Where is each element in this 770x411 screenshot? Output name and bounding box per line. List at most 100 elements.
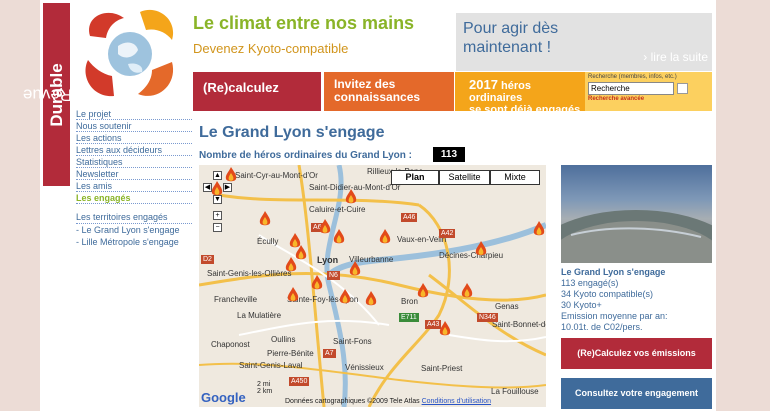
engaged-marker-icon[interactable] xyxy=(287,287,299,303)
nav-recalculate[interactable]: (Re)calculez xyxy=(193,72,321,111)
engaged-marker-icon[interactable] xyxy=(259,211,271,227)
nav-invite-label: Invitez des connaissances xyxy=(334,77,421,104)
engaged-marker-icon[interactable] xyxy=(339,289,351,305)
engaged-marker-icon[interactable] xyxy=(285,257,297,273)
map-copyright: Données cartographiques ©2009 Tele Atlas xyxy=(285,398,420,405)
engaged-marker-icon[interactable] xyxy=(311,275,323,291)
sidebar-item-amis[interactable]: Les amis xyxy=(76,180,192,192)
engaged-marker-icon[interactable] xyxy=(365,291,377,307)
map-type-plan[interactable]: Plan xyxy=(391,170,439,185)
promo-box[interactable]: Pour agir dès maintenant ! › lire la sui… xyxy=(456,13,712,71)
zoom-in-icon[interactable]: + xyxy=(213,211,222,220)
sidebar-territories-title[interactable]: Les territoires engagés xyxy=(76,212,192,224)
sidebar-nav: Le projet Nous soutenir Les actions Lett… xyxy=(76,108,192,248)
emission-label: Emission moyenne par an: xyxy=(561,311,668,321)
hands-globe-emblem[interactable] xyxy=(80,6,180,102)
engaged-marker-icon[interactable] xyxy=(533,221,545,237)
heroes-text2: se sont déjà engagés xyxy=(469,104,581,116)
sidebar-item-newsletter[interactable]: Newsletter xyxy=(76,168,192,180)
engaged-marker-icon[interactable] xyxy=(461,283,473,299)
page-title: Le Grand Lyon s'engage xyxy=(199,124,385,141)
engaged-marker-icon[interactable] xyxy=(319,219,331,235)
engaged-marker-icon[interactable] xyxy=(225,167,237,183)
search-label: Recherche (membres, infos, etc.) xyxy=(588,74,677,80)
kyoto-compatible-count: 34 Kyoto compatible(s) xyxy=(561,289,654,299)
map-view[interactable]: Saint-Cyr-au-Mont-d'Or Saint-Didier-au-M… xyxy=(199,165,546,407)
sidebar-item-statistiques[interactable]: Statistiques xyxy=(76,156,192,168)
zoom-out-icon[interactable]: − xyxy=(213,223,222,232)
map-place-label: Saint-Fons xyxy=(333,337,372,346)
map-place-label: Bron xyxy=(401,297,418,306)
engaged-marker-icon[interactable] xyxy=(439,321,451,337)
road-sign: D2 xyxy=(201,255,214,264)
search-input[interactable] xyxy=(588,82,674,95)
road-sign: A7 xyxy=(323,349,336,358)
sidebar-item-soutenir[interactable]: Nous soutenir xyxy=(76,120,192,132)
pan-right-icon[interactable]: ▶ xyxy=(223,183,232,192)
terms-link[interactable]: Conditions d'utilisation xyxy=(422,398,491,405)
sidebar-item-lettres[interactable]: Lettres aux décideurs xyxy=(76,144,192,156)
kyoto-plus-count: 30 Kyoto+ xyxy=(561,300,602,310)
road-sign: A42 xyxy=(439,229,456,238)
road-sign: N346 xyxy=(477,313,498,322)
territory-title[interactable]: Le Grand Lyon s'engage xyxy=(561,267,712,278)
map-place-label: Genas xyxy=(495,302,519,311)
nav-heroes-counter[interactable]: 2017 héros ordinaires se sont déjà engag… xyxy=(455,72,585,116)
engaged-marker-icon[interactable] xyxy=(211,181,223,197)
sidebar-item-projet[interactable]: Le projet xyxy=(76,108,192,120)
map-place-label: Francheville xyxy=(214,295,258,304)
map-place-label: Saint-Cyr-au-Mont-d'Or xyxy=(235,171,318,180)
consult-commitment-button[interactable]: Consultez votre engagement xyxy=(561,378,712,409)
map-place-label: Saint-Bonnet-de-Mure xyxy=(492,320,546,329)
sidebar-item-actions[interactable]: Les actions xyxy=(76,132,192,144)
map-place-label: Saint-Priest xyxy=(421,364,463,373)
site-title: Le climat entre nos mains xyxy=(193,13,415,33)
nav-recalculate-label: (Re)calculez xyxy=(203,80,279,95)
map-attribution: Données cartographiques ©2009 Tele Atlas… xyxy=(285,398,491,405)
read-more-link[interactable]: › lire la suite xyxy=(643,50,708,64)
map-place-label: Saint-Genis-Laval xyxy=(239,361,303,370)
map-type-satellite[interactable]: Satellite xyxy=(439,170,490,185)
hero-count-label: Nombre de héros ordinaires du Grand Lyon… xyxy=(199,150,412,161)
map-type-mixte[interactable]: Mixte xyxy=(490,170,540,185)
aerial-photo xyxy=(561,165,712,263)
emission-value: 10.01t. de C02/pers. xyxy=(561,322,643,332)
road-sign: N6 xyxy=(327,271,340,280)
sidebar-item-engages[interactable]: Les engagés xyxy=(76,192,192,204)
search-panel: Recherche (membres, infos, etc.) Recherc… xyxy=(585,72,712,111)
territory-info: Le Grand Lyon s'engage 113 engagé(s) 34 … xyxy=(561,267,712,333)
engaged-marker-icon[interactable] xyxy=(349,261,361,277)
engaged-marker-icon[interactable] xyxy=(333,229,345,245)
road-sign: A450 xyxy=(289,377,310,386)
map-place-label: Écully xyxy=(257,237,279,246)
advanced-search-link[interactable]: Recherche avancée xyxy=(588,96,709,102)
map-place-label: Oullins xyxy=(271,335,296,344)
google-logo[interactable]: Google xyxy=(201,390,246,405)
header-tagline: Le climat entre nos mains Devenez Kyoto-… xyxy=(193,13,453,56)
engaged-marker-icon[interactable] xyxy=(475,241,487,257)
map-place-label: Saint-Genis-les-Ollières xyxy=(207,269,292,278)
engaged-marker-icon[interactable] xyxy=(379,229,391,245)
heroes-count: 2017 xyxy=(469,77,498,92)
recalculate-emissions-button[interactable]: (Re)Calculez vos émissions xyxy=(561,338,712,369)
read-more-label: lire la suite xyxy=(650,50,708,64)
nav-invite[interactable]: Invitez des connaissances xyxy=(324,72,454,111)
map-place-label: Décines-Charpieu xyxy=(439,251,504,260)
map-place-label: La Mulatière xyxy=(237,311,282,320)
engaged-marker-icon[interactable] xyxy=(345,189,357,205)
engaged-marker-icon[interactable] xyxy=(417,283,429,299)
site-logo-vertical[interactable]: LaRevue Durable xyxy=(22,3,91,186)
map-place-label: Pierre-Bénite xyxy=(267,349,314,358)
promo-text: Pour agir dès maintenant ! xyxy=(463,20,559,56)
road-sign: E711 xyxy=(399,313,419,322)
sidebar-item-grand-lyon[interactable]: - Le Grand Lyon s'engage xyxy=(76,224,192,236)
sidebar-item-lille[interactable]: - Lille Métropole s'engage xyxy=(76,236,192,248)
site-subtitle: Devenez Kyoto-compatible xyxy=(193,41,349,56)
search-go-button[interactable] xyxy=(677,83,688,94)
engaged-count: 113 engagé(s) xyxy=(561,278,619,288)
pan-up-icon[interactable]: ▲ xyxy=(213,171,222,180)
map-scale: 2 mi 2 km xyxy=(257,381,272,395)
scale-km: 2 km xyxy=(257,388,273,395)
scale-miles: 2 mi xyxy=(257,381,271,388)
map-place-label: La Fouillouse xyxy=(491,387,539,396)
